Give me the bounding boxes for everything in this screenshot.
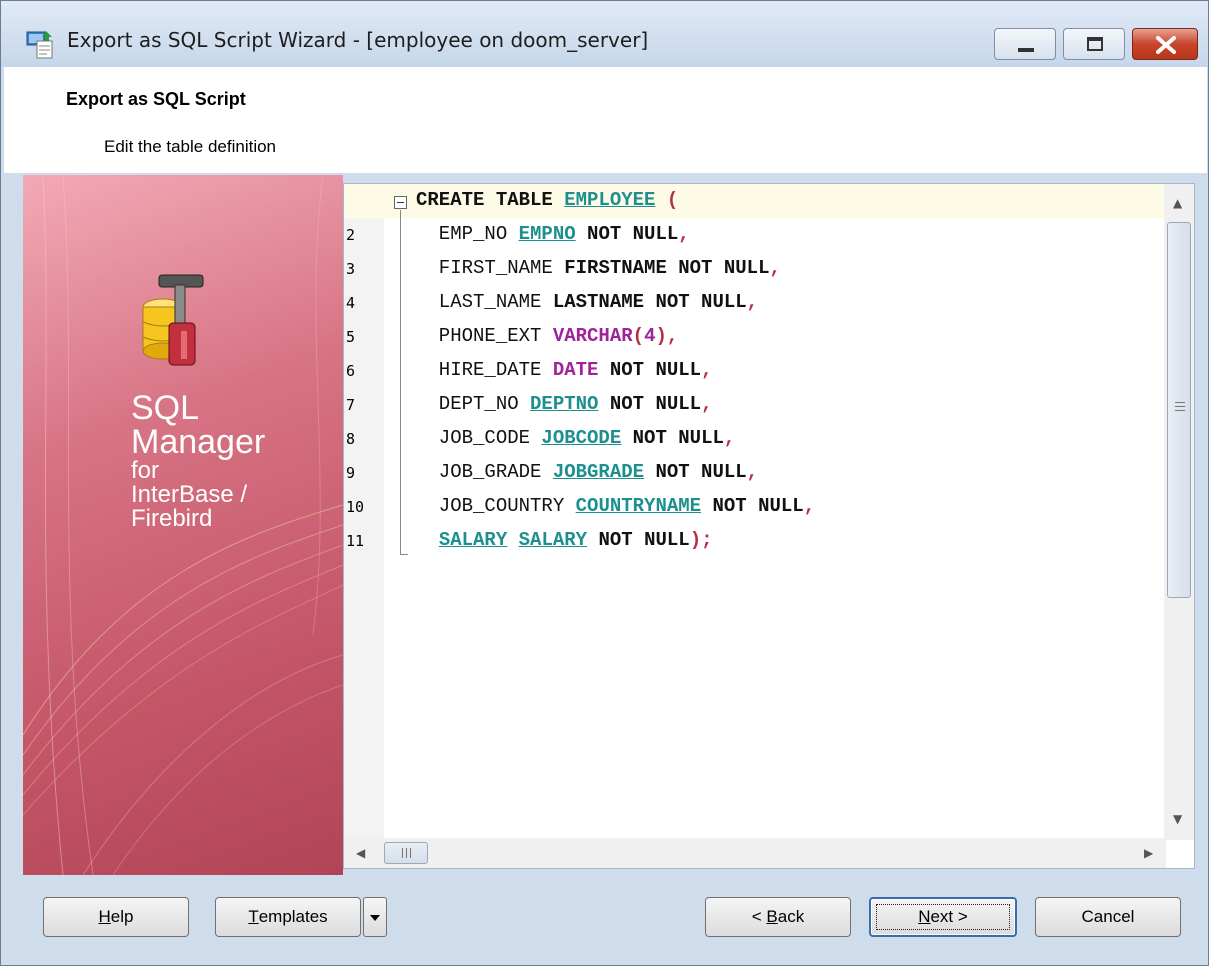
minimize-icon	[1018, 48, 1034, 52]
sql-punct: (	[655, 189, 679, 211]
vertical-scrollbar[interactable]: ▲ ▼	[1164, 184, 1194, 840]
editor-line[interactable]: 4 LAST_NAME LASTNAME NOT NULL,	[344, 286, 1164, 320]
product-name: SQL Manager for InterBase / Firebird	[131, 391, 265, 531]
help-mnemonic: H	[98, 907, 111, 926]
product-banner: SQL Manager for InterBase / Firebird	[23, 175, 343, 875]
wizard-window: Export as SQL Script Wizard - [employee …	[0, 0, 1209, 966]
product-name-line1: SQL	[131, 389, 200, 427]
wizard-footer: Help Templates < Back Next > Cancel	[23, 875, 1195, 955]
templates-mnemonic: T	[248, 907, 259, 926]
next-button[interactable]: Next >	[869, 897, 1017, 937]
editor-line[interactable]: CREATE TABLE EMPLOYEE (	[344, 184, 1164, 218]
cancel-button[interactable]: Cancel	[1035, 897, 1181, 937]
line-number: 3	[346, 260, 356, 278]
sql-table-name: EMPLOYEE	[564, 189, 656, 211]
editor-line[interactable]: 7 DEPT_NO DEPTNO NOT NULL,	[344, 388, 1164, 422]
code-line: JOB_CODE JOBCODE NOT NULL,	[416, 427, 736, 449]
horizontal-scrollbar[interactable]: ◀ ▶	[344, 838, 1166, 868]
wizard-header: Export as SQL Script Edit the table defi…	[4, 67, 1207, 173]
grip-line	[1175, 406, 1185, 407]
grip-line	[410, 848, 411, 858]
templates-label: emplates	[258, 907, 328, 926]
code-line: JOB_COUNTRY COUNTRYNAME NOT NULL,	[416, 495, 816, 517]
code-line: FIRST_NAME FIRSTNAME NOT NULL,	[416, 257, 781, 279]
back-label: ack	[777, 907, 805, 926]
chevron-down-icon	[370, 915, 380, 921]
scroll-up-icon[interactable]: ▲	[1173, 196, 1182, 210]
focus-rect	[876, 904, 1010, 930]
line-number: 2	[346, 226, 356, 244]
title-bar[interactable]: Export as SQL Script Wizard - [employee …	[1, 1, 1208, 67]
code-line: JOB_GRADE JOBGRADE NOT NULL,	[416, 461, 759, 483]
line-number: 9	[346, 464, 356, 482]
line-number: 5	[346, 328, 356, 346]
product-name-line2: Manager	[131, 423, 266, 461]
collapse-icon[interactable]	[394, 196, 407, 209]
close-icon	[1156, 36, 1176, 54]
product-name-line5: Firebird	[131, 505, 213, 532]
scroll-right-icon[interactable]: ▶	[1144, 846, 1153, 860]
product-name-line3: for	[131, 457, 160, 484]
window-title: Export as SQL Script Wizard - [employee …	[67, 28, 649, 52]
back-button[interactable]: < Back	[705, 897, 851, 937]
line-number: 4	[346, 294, 356, 312]
line-number: 8	[346, 430, 356, 448]
line-number: 7	[346, 396, 356, 414]
close-button[interactable]	[1132, 28, 1198, 60]
scroll-left-icon[interactable]: ◀	[356, 846, 365, 860]
grip-line	[402, 848, 403, 858]
code-line: CREATE TABLE EMPLOYEE (	[416, 189, 678, 211]
database-tools-icon	[142, 274, 204, 366]
sql-keyword: CREATE TABLE	[416, 189, 565, 211]
code-line: SALARY SALARY NOT NULL);	[438, 529, 713, 551]
maximize-button[interactable]	[1063, 28, 1125, 60]
fold-guide-end	[400, 554, 408, 555]
grip-line	[1175, 410, 1185, 411]
editor-line[interactable]: 9 JOB_GRADE JOBGRADE NOT NULL,	[344, 456, 1164, 490]
code-line: DEPT_NO DEPTNO NOT NULL,	[416, 393, 713, 415]
horizontal-scroll-thumb[interactable]	[384, 842, 428, 864]
editor-line[interactable]: 5 PHONE_EXT VARCHAR(4),	[344, 320, 1164, 354]
minimize-button[interactable]	[994, 28, 1056, 60]
product-name-line4: InterBase /	[131, 481, 248, 508]
templates-button[interactable]: Templates	[215, 897, 361, 937]
sql-editor[interactable]: CREATE TABLE EMPLOYEE ( 2 EMP_NO EMPNO N…	[343, 183, 1195, 869]
grip-line	[1175, 402, 1185, 403]
sql-wizard-icon	[26, 31, 53, 59]
line-number: 6	[346, 362, 356, 380]
editor-line[interactable]: 11 SALARY SALARY NOT NULL);	[344, 524, 1164, 558]
help-button[interactable]: Help	[43, 897, 189, 937]
cancel-label: Cancel	[1081, 907, 1135, 926]
editor-line[interactable]: 10 JOB_COUNTRY COUNTRYNAME NOT NULL,	[344, 490, 1164, 524]
editor-line[interactable]: 2 EMP_NO EMPNO NOT NULL,	[344, 218, 1164, 252]
back-prefix: <	[751, 907, 767, 926]
help-label: elp	[110, 907, 134, 926]
fold-guide	[400, 210, 401, 554]
editor-line[interactable]: 8 JOB_CODE JOBCODE NOT NULL,	[344, 422, 1164, 456]
vertical-scroll-thumb[interactable]	[1167, 222, 1191, 598]
editor-line[interactable]: 3 FIRST_NAME FIRSTNAME NOT NULL,	[344, 252, 1164, 286]
code-line: PHONE_EXT VARCHAR(4),	[416, 325, 679, 347]
editor-line[interactable]: 6 HIRE_DATE DATE NOT NULL,	[344, 354, 1164, 388]
code-line: HIRE_DATE DATE NOT NULL,	[416, 359, 713, 381]
code-line: EMP_NO EMPNO NOT NULL,	[416, 223, 690, 245]
scroll-down-icon[interactable]: ▼	[1173, 812, 1182, 826]
maximize-icon	[1087, 37, 1103, 51]
page-subtitle: Edit the table definition	[104, 137, 277, 156]
page-title: Export as SQL Script	[66, 89, 246, 109]
back-mnemonic: B	[766, 907, 778, 926]
grip-line	[406, 848, 407, 858]
line-number: 11	[346, 532, 365, 550]
code-line: LAST_NAME LASTNAME NOT NULL,	[416, 291, 759, 313]
templates-dropdown-button[interactable]	[363, 897, 387, 937]
line-number: 10	[346, 498, 365, 516]
